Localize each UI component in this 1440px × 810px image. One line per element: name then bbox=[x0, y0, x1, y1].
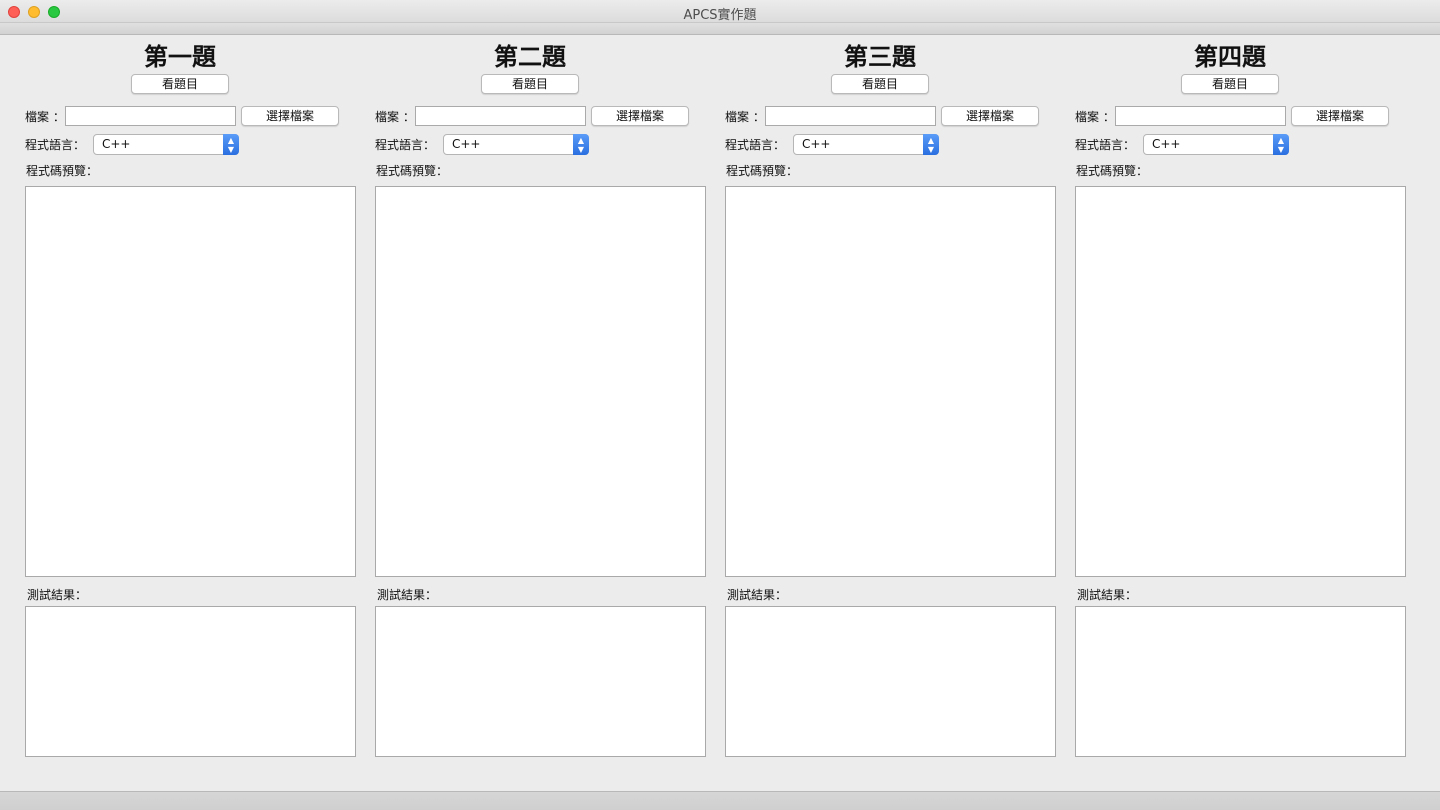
question-title: 第四題 bbox=[1194, 43, 1266, 71]
code-preview-textarea[interactable] bbox=[725, 186, 1056, 577]
chevron-updown-icon: ▲ ▼ bbox=[573, 134, 589, 155]
code-preview-label: 程式碼預覽： bbox=[376, 164, 449, 178]
toolbar-strip bbox=[0, 23, 1440, 35]
language-select[interactable]: C++ ▲ ▼ bbox=[1143, 134, 1289, 155]
file-label: 檔案 ： bbox=[25, 110, 65, 124]
choose-file-button[interactable]: 選擇檔案 bbox=[1291, 106, 1389, 126]
code-preview-textarea[interactable] bbox=[1075, 186, 1406, 577]
language-select[interactable]: C++ ▲ ▼ bbox=[93, 134, 239, 155]
file-label: 檔案 ： bbox=[1075, 110, 1115, 124]
language-select-value: C++ bbox=[452, 137, 481, 151]
file-path-input[interactable] bbox=[65, 106, 236, 126]
file-label: 檔案 ： bbox=[725, 110, 765, 124]
language-select[interactable]: C++ ▲ ▼ bbox=[443, 134, 589, 155]
test-result-label: 測試結果： bbox=[377, 588, 438, 602]
file-path-input[interactable] bbox=[415, 106, 586, 126]
chevron-updown-icon: ▲ ▼ bbox=[923, 134, 939, 155]
test-result-textarea[interactable] bbox=[1075, 606, 1406, 757]
language-label: 程式語言： bbox=[375, 138, 436, 152]
language-select-value: C++ bbox=[102, 137, 131, 151]
code-preview-textarea[interactable] bbox=[25, 186, 356, 577]
bottom-strip bbox=[0, 791, 1440, 810]
test-result-label: 測試結果： bbox=[27, 588, 88, 602]
chevron-updown-icon: ▲ ▼ bbox=[1273, 134, 1289, 155]
code-preview-label: 程式碼預覽： bbox=[1076, 164, 1149, 178]
test-result-label: 測試結果： bbox=[727, 588, 788, 602]
language-label: 程式語言： bbox=[725, 138, 786, 152]
test-result-textarea[interactable] bbox=[25, 606, 356, 757]
question-panel-4: 第四題 看題目 檔案 ： 選擇檔案 程式語言： C++ ▲ ▼ 程式碼預覽： 測試… bbox=[1075, 35, 1415, 765]
view-problem-button[interactable]: 看題目 bbox=[131, 74, 229, 94]
view-problem-button[interactable]: 看題目 bbox=[831, 74, 929, 94]
file-path-input[interactable] bbox=[765, 106, 936, 126]
file-label: 檔案 ： bbox=[375, 110, 415, 124]
question-panel-1: 第一題 看題目 檔案 ： 選擇檔案 程式語言： C++ ▲ ▼ 程式碼預覽： 測試… bbox=[25, 35, 365, 765]
question-title: 第一題 bbox=[144, 43, 216, 71]
chevron-updown-icon: ▲ ▼ bbox=[223, 134, 239, 155]
test-result-label: 測試結果： bbox=[1077, 588, 1138, 602]
question-title: 第二題 bbox=[494, 43, 566, 71]
language-select[interactable]: C++ ▲ ▼ bbox=[793, 134, 939, 155]
window-titlebar: APCS實作題 bbox=[0, 0, 1440, 23]
question-panel-3: 第三題 看題目 檔案 ： 選擇檔案 程式語言： C++ ▲ ▼ 程式碼預覽： 測試… bbox=[725, 35, 1065, 765]
language-select-value: C++ bbox=[1152, 137, 1181, 151]
file-path-input[interactable] bbox=[1115, 106, 1286, 126]
code-preview-label: 程式碼預覽： bbox=[26, 164, 99, 178]
code-preview-label: 程式碼預覽： bbox=[726, 164, 799, 178]
test-result-textarea[interactable] bbox=[725, 606, 1056, 757]
choose-file-button[interactable]: 選擇檔案 bbox=[591, 106, 689, 126]
language-label: 程式語言： bbox=[1075, 138, 1136, 152]
window-title: APCS實作題 bbox=[683, 8, 757, 23]
choose-file-button[interactable]: 選擇檔案 bbox=[241, 106, 339, 126]
question-title: 第三題 bbox=[844, 43, 916, 71]
view-problem-button[interactable]: 看題目 bbox=[1181, 74, 1279, 94]
language-select-value: C++ bbox=[802, 137, 831, 151]
choose-file-button[interactable]: 選擇檔案 bbox=[941, 106, 1039, 126]
view-problem-button[interactable]: 看題目 bbox=[481, 74, 579, 94]
code-preview-textarea[interactable] bbox=[375, 186, 706, 577]
question-panel-2: 第二題 看題目 檔案 ： 選擇檔案 程式語言： C++ ▲ ▼ 程式碼預覽： 測試… bbox=[375, 35, 715, 765]
language-label: 程式語言： bbox=[25, 138, 86, 152]
test-result-textarea[interactable] bbox=[375, 606, 706, 757]
